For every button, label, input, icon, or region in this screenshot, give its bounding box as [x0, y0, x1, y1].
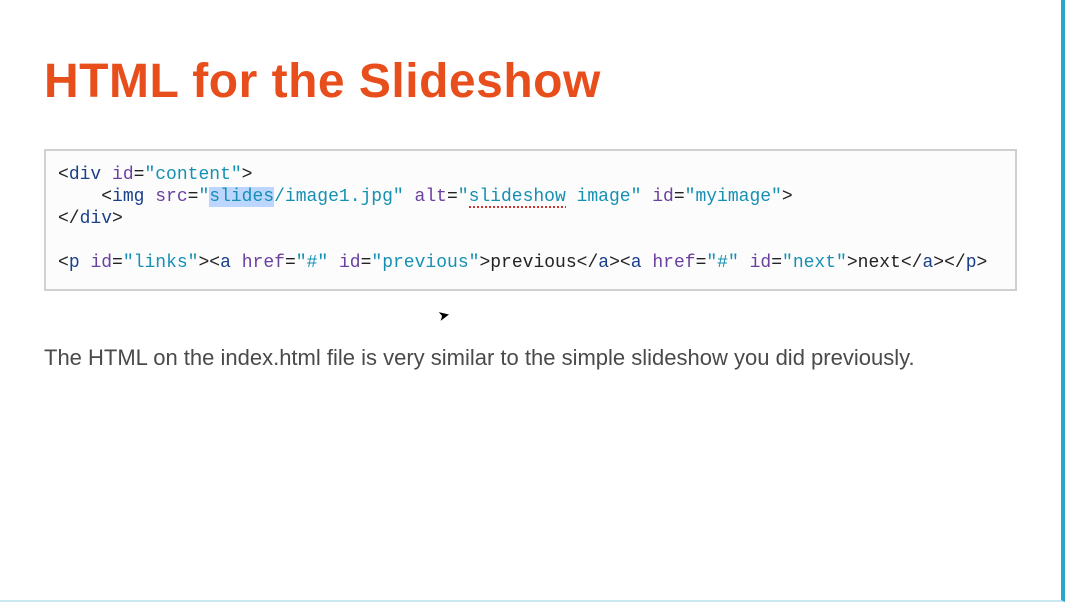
selected-text: slides: [209, 187, 274, 207]
spellcheck-underline: slideshow: [469, 187, 566, 208]
code-line-2: <img src="slides/image1.jpg" alt="slides…: [58, 187, 793, 208]
cursor-icon: ➤: [436, 306, 451, 325]
slide-title: HTML for the Slideshow: [44, 54, 1017, 109]
code-line-3: </div>: [58, 209, 123, 229]
code-line-1: <div id="content">: [58, 165, 252, 185]
body-text: The HTML on the index.html file is very …: [44, 345, 1017, 371]
code-block: <div id="content"> <img src="slides/imag…: [44, 149, 1017, 291]
slide: HTML for the Slideshow <div id="content"…: [0, 0, 1065, 602]
code-line-5: <p id="links"><a href="#" id="previous">…: [58, 253, 987, 273]
